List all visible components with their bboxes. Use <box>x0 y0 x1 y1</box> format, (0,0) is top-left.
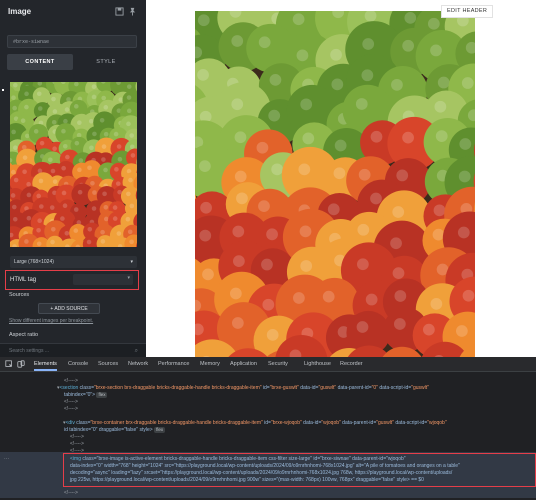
dom-node-div-cont: id tabindex="0" draggable="false" style>… <box>64 427 166 434</box>
comment-text: <!----> <box>64 399 78 405</box>
image-size-select[interactable]: Large (768×1024) ▾ <box>10 256 137 268</box>
inspect-element-icon[interactable] <box>5 360 13 368</box>
dom-node-section[interactable]: ▾<section class="brxe-section brx-dragga… <box>57 385 429 392</box>
attr-tail: id tabindex="0" draggable="false" style> <box>64 427 153 433</box>
attr-name: data-script-id= <box>377 385 412 391</box>
attr-tail: tabindex="0"> <box>64 392 96 398</box>
attr-value: "guswlt" <box>318 385 337 391</box>
dom-node-comment[interactable]: <!----> <box>64 490 78 497</box>
attr-name: data-id= <box>301 420 322 426</box>
ellipsis-icon[interactable]: ··· <box>4 456 9 463</box>
panel-header: Image <box>0 0 146 24</box>
attr-value: "brxe-section brx-draggable bricks-dragg… <box>93 385 262 391</box>
flex-badge[interactable]: flex <box>96 392 108 398</box>
html-tag-label: HTML tag <box>10 277 37 283</box>
comment-text: <!----> <box>70 441 84 447</box>
panel-title: Image <box>8 7 32 16</box>
devtools-tab-memory[interactable]: Memory <box>200 357 220 371</box>
devtools-tabbar: Elements Console Sources Network Perform… <box>0 357 536 372</box>
comment-text: <!----> <box>64 406 78 412</box>
search-settings-placeholder: Search settings ... <box>9 348 50 354</box>
aspect-ratio-label: Aspect ratio <box>9 332 39 338</box>
search-icon: ⌕ <box>134 348 138 354</box>
devtools-tab-performance[interactable]: Performance <box>158 357 190 371</box>
tomatoes-photo <box>195 11 475 357</box>
tag-open: <section <box>59 385 80 391</box>
attr-value: "brxe-guswlt" <box>269 385 299 391</box>
html-tag-highlight: HTML tag ▾ <box>5 270 139 290</box>
chevron-down-icon: ▾ <box>127 275 130 281</box>
device-toolbar-icon[interactable] <box>17 360 25 368</box>
tab-content[interactable]: CONTENT <box>7 54 73 70</box>
attr-name: id= <box>262 420 271 426</box>
dom-node-comment[interactable]: <!----> <box>64 406 78 413</box>
breakpoint-images-link[interactable]: Show different images per breakpoint. <box>9 318 93 324</box>
tab-style[interactable]: STYLE <box>73 54 139 70</box>
dom-node-section-cont: tabindex="0"> flex <box>64 392 108 399</box>
active-marker <box>2 89 4 91</box>
sources-label: Sources <box>9 292 30 298</box>
devtools-tab-console[interactable]: Console <box>68 357 88 371</box>
attr-value: "guswlt" <box>411 385 429 391</box>
panel-tabs: CONTENT STYLE <box>7 54 139 70</box>
comment-text: <!----> <box>64 490 78 496</box>
attr-value: "wjoqob" <box>427 420 447 426</box>
dom-node-comment[interactable]: <!----> <box>70 441 84 448</box>
image-size-value: Large (768×1024) <box>14 259 54 265</box>
chevron-down-icon: ▾ <box>130 259 133 265</box>
dom-node-comment[interactable]: <!----> <box>64 378 78 385</box>
tomatoes-thumbnail <box>10 82 137 247</box>
comment-text: <!----> <box>70 434 84 440</box>
devtools-tab-lighthouse[interactable]: Lighthouse <box>304 357 331 371</box>
search-settings-input[interactable]: Search settings ... ⌕ <box>0 343 146 357</box>
devtools-tab-sources[interactable]: Sources <box>98 357 118 371</box>
attr-value: "brxe-wjoqob" <box>270 420 302 426</box>
devtools-tab-application[interactable]: Application <box>230 357 257 371</box>
devtools-tab-network[interactable]: Network <box>128 357 148 371</box>
selected-image-element[interactable] <box>195 11 475 357</box>
img-node-highlight <box>63 453 536 487</box>
attr-name: class= <box>76 420 91 426</box>
attr-value: "guswlt" <box>376 420 394 426</box>
attr-name: data-script-id= <box>393 420 428 426</box>
element-id-field[interactable]: #brxe-siwnae <box>7 35 137 48</box>
save-icon[interactable] <box>115 7 124 16</box>
devtools-tab-recorder[interactable]: Recorder <box>340 357 363 371</box>
html-tag-select[interactable]: ▾ <box>73 274 133 285</box>
attr-name: class= <box>79 385 94 391</box>
tag-open: <div <box>65 420 77 426</box>
builder-canvas: EDIT HEADER <box>146 0 536 357</box>
pin-icon[interactable] <box>128 7 137 16</box>
devtools-tab-security[interactable]: Security <box>268 357 288 371</box>
dom-node-div[interactable]: ▾<div class="brxe-container brx-draggabl… <box>63 420 447 427</box>
attr-name: data-parent-id= <box>336 385 372 391</box>
element-settings-panel: Image #brxe-siwnae CONTENT STYLE Large (… <box>0 0 146 357</box>
attr-name: data-id= <box>298 385 319 391</box>
comment-text: <!----> <box>64 378 78 384</box>
attr-name: data-parent-id= <box>340 420 377 426</box>
add-source-button[interactable]: + ADD SOURCE <box>38 303 100 314</box>
dom-node-comment[interactable]: <!----> <box>64 399 78 406</box>
flex-badge[interactable]: flex <box>154 427 166 433</box>
image-preview[interactable] <box>10 82 137 247</box>
devtools-tab-elements[interactable]: Elements <box>34 357 57 371</box>
attr-value: "wjoqob" <box>321 420 341 426</box>
attr-value: "brxe-container brx-draggable bricks-dra… <box>90 420 263 426</box>
attr-name: id= <box>261 385 270 391</box>
edit-header-button[interactable]: EDIT HEADER <box>441 5 494 18</box>
dom-node-comment[interactable]: <!----> <box>70 434 84 441</box>
